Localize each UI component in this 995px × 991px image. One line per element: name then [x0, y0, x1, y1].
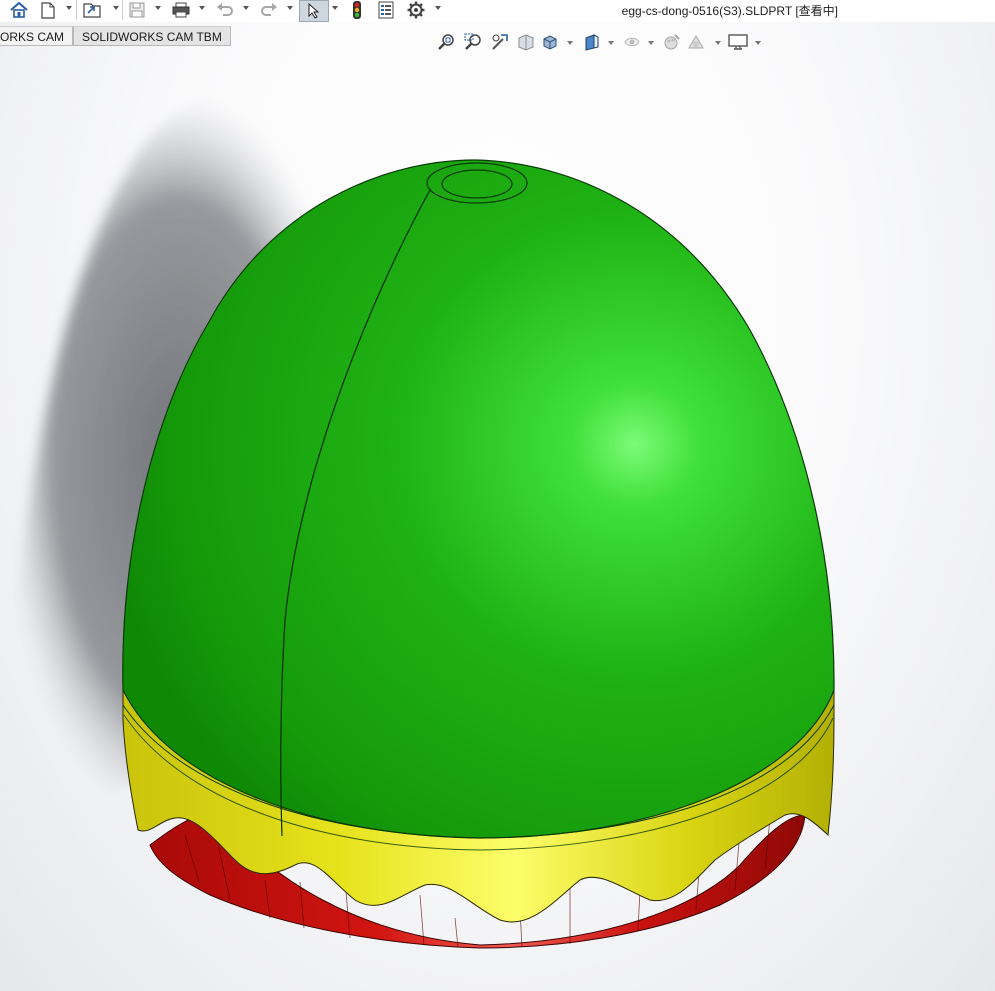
apply-scene-dropdown-icon[interactable] — [715, 41, 721, 45]
open-dropdown-icon[interactable] — [113, 6, 119, 10]
print-icon[interactable] — [170, 0, 192, 20]
standard-toolbar: egg-cs-dong-0516(S3).SLDPRT [查看中] — [0, 0, 995, 22]
graphics-viewport[interactable] — [0, 22, 995, 991]
zoom-to-area-icon[interactable] — [463, 32, 483, 52]
tab-solidworks-cam-tbm[interactable]: SOLIDWORKS CAM TBM — [73, 26, 231, 46]
view-settings-dropdown-icon[interactable] — [755, 41, 761, 45]
hide-show-items-icon[interactable] — [622, 32, 642, 52]
new-dropdown-icon[interactable] — [66, 6, 72, 10]
undo-icon[interactable] — [214, 0, 236, 20]
zoom-to-fit-icon[interactable] — [436, 32, 456, 52]
view-orientation-icon[interactable] — [540, 32, 560, 52]
select-arrow-icon[interactable] — [299, 0, 329, 22]
save-icon[interactable] — [126, 0, 148, 20]
options-dropdown-icon[interactable] — [435, 6, 441, 10]
display-style-icon[interactable] — [582, 32, 602, 52]
redo-dropdown-icon[interactable] — [287, 6, 293, 10]
previous-view-icon[interactable] — [490, 32, 510, 52]
edit-appearance-icon[interactable] — [662, 32, 682, 52]
redo-icon[interactable] — [258, 0, 280, 20]
open-icon[interactable] — [80, 0, 104, 20]
section-view-icon[interactable] — [516, 32, 536, 52]
home-icon[interactable] — [8, 0, 30, 20]
document-title: egg-cs-dong-0516(S3).SLDPRT [查看中] — [621, 4, 838, 18]
file-properties-icon[interactable] — [375, 0, 397, 20]
save-dropdown-icon[interactable] — [155, 6, 161, 10]
new-document-icon[interactable] — [38, 0, 58, 20]
rebuild-traffic-light-icon[interactable] — [347, 0, 367, 20]
apply-scene-icon[interactable] — [686, 32, 706, 52]
display-style-dropdown-icon[interactable] — [608, 41, 614, 45]
print-dropdown-icon[interactable] — [199, 6, 205, 10]
undo-dropdown-icon[interactable] — [243, 6, 249, 10]
view-orientation-dropdown-icon[interactable] — [567, 41, 573, 45]
egg-model[interactable] — [0, 22, 995, 991]
command-manager-tabs: ORKS CAM SOLIDWORKS CAM TBM — [0, 26, 231, 47]
options-gear-icon[interactable] — [405, 0, 427, 20]
view-settings-icon[interactable] — [728, 32, 748, 52]
tab-solidworks-cam[interactable]: ORKS CAM — [0, 26, 74, 46]
hide-show-dropdown-icon[interactable] — [648, 41, 654, 45]
select-dropdown-icon[interactable] — [332, 6, 338, 10]
